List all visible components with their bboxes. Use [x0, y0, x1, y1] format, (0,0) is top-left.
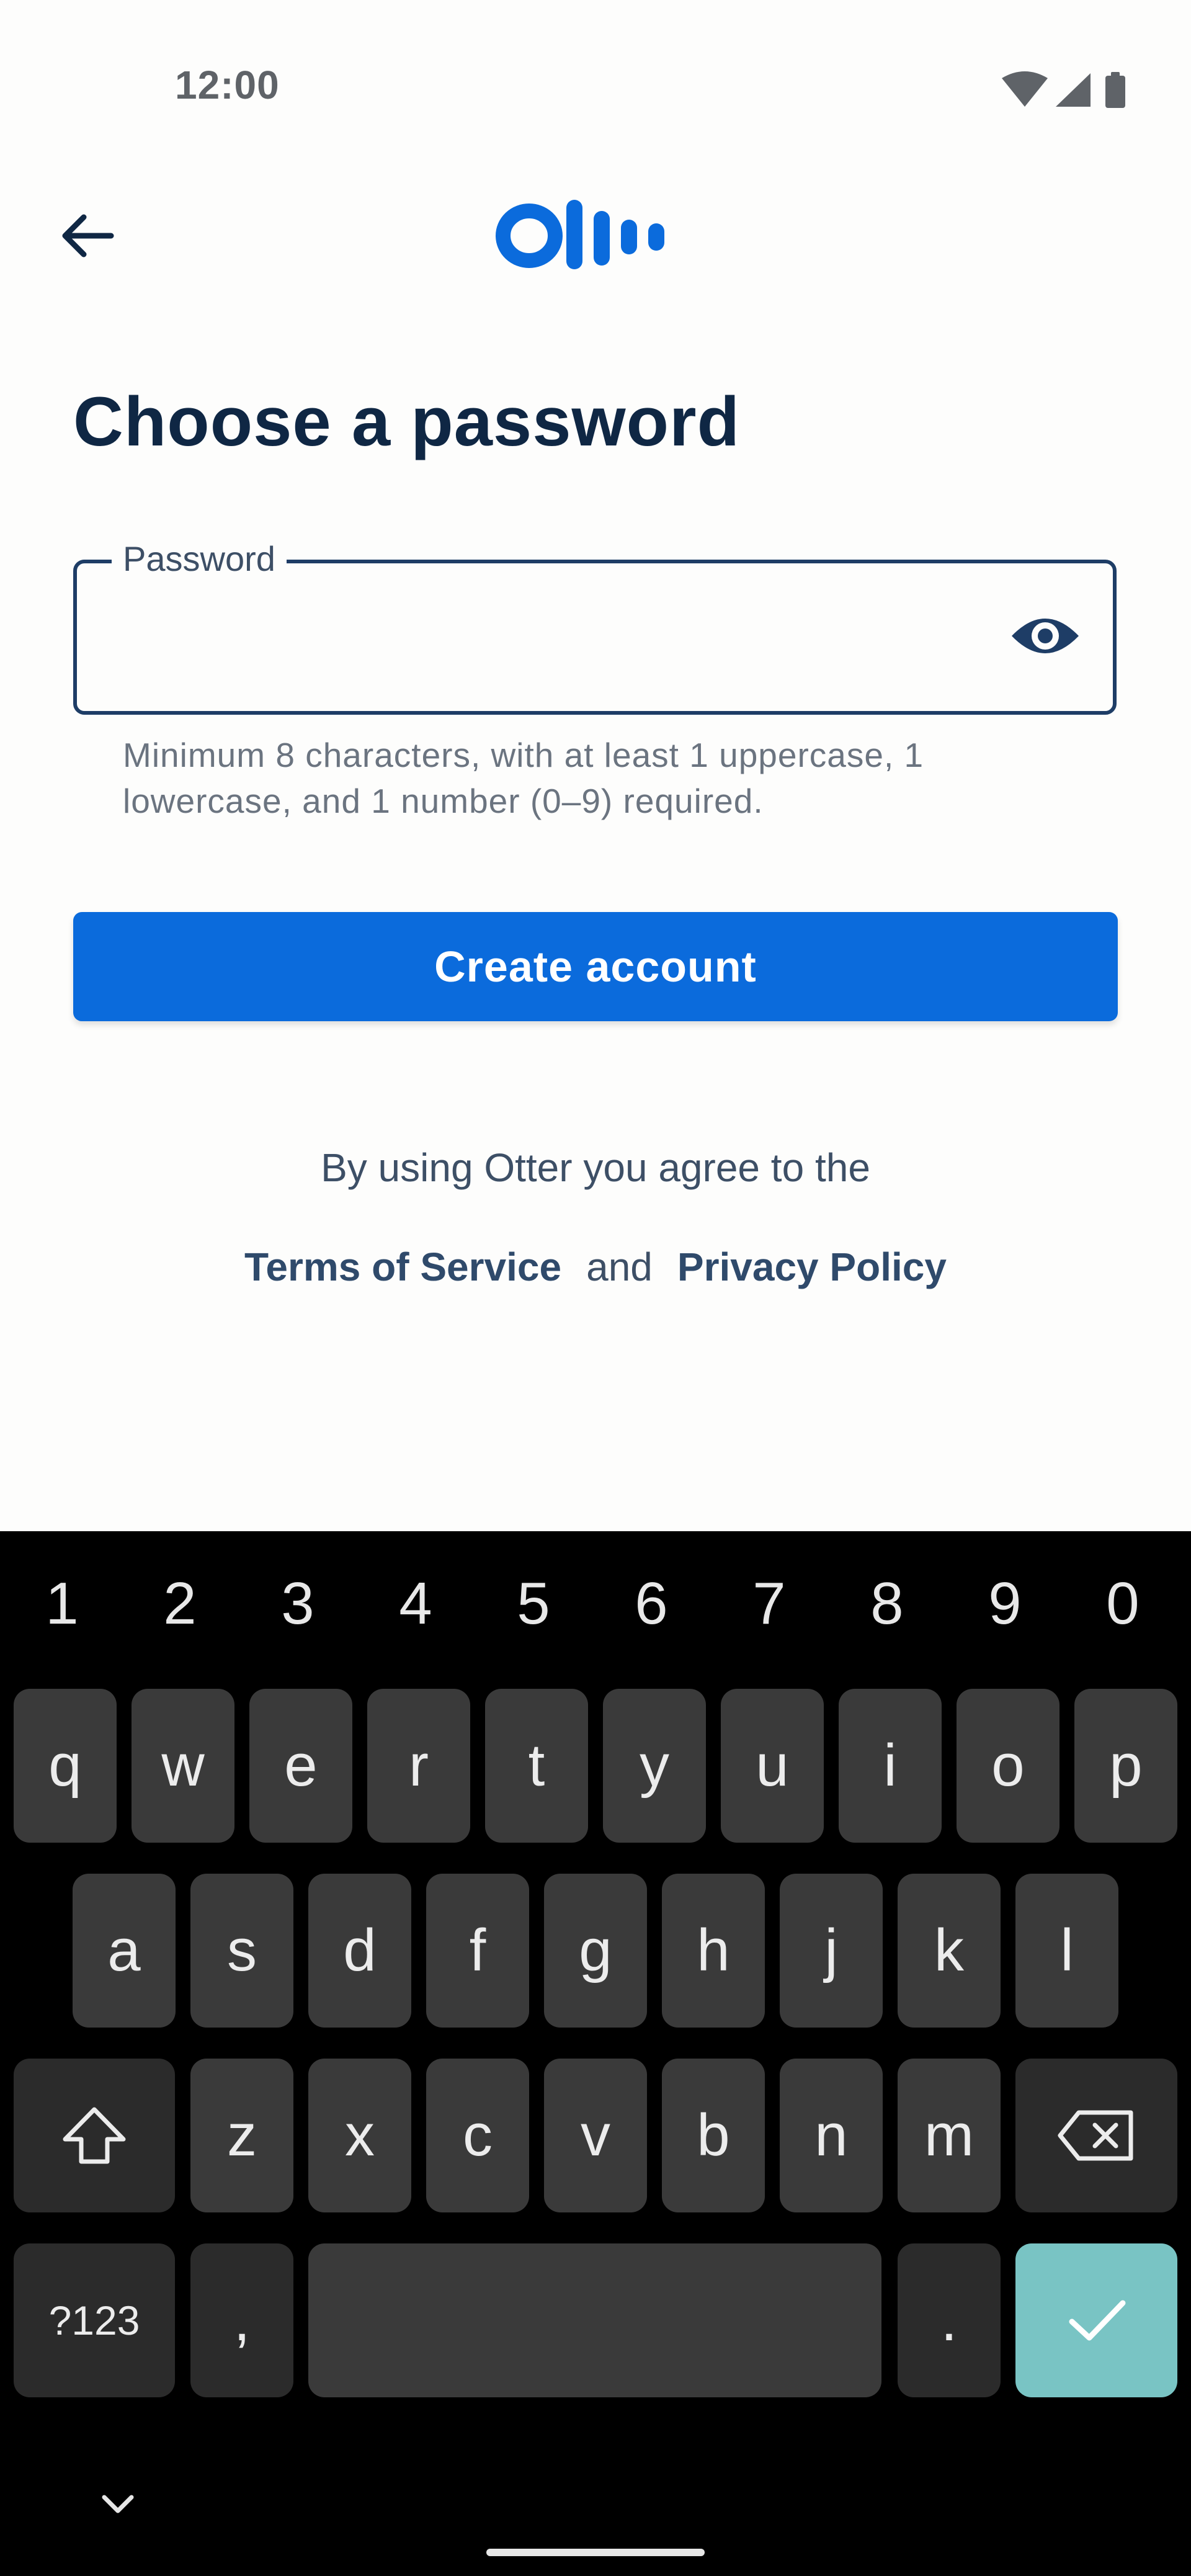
key-x[interactable]: x	[308, 2059, 411, 2212]
key-k[interactable]: k	[898, 1874, 1001, 2028]
key-o[interactable]: o	[957, 1689, 1059, 1843]
key-y[interactable]: y	[603, 1689, 706, 1843]
create-account-button[interactable]: Create account	[73, 912, 1118, 1021]
space-key[interactable]	[308, 2243, 881, 2397]
key-1[interactable]: 1	[25, 1570, 99, 1638]
key-j[interactable]: j	[780, 1874, 883, 2028]
home-indicator[interactable]	[486, 2549, 705, 2556]
back-arrow-icon	[62, 214, 114, 257]
key-d[interactable]: d	[308, 1874, 411, 2028]
backspace-icon	[1058, 2110, 1133, 2161]
status-time: 12:00	[175, 63, 280, 107]
symbols-key[interactable]: ?123	[14, 2243, 175, 2397]
key-r[interactable]: r	[367, 1689, 470, 1843]
key-2[interactable]: 2	[143, 1570, 217, 1638]
agree-text: By using Otter you agree to the	[321, 1145, 870, 1190]
checkmark-icon	[1069, 2300, 1125, 2341]
battery-icon	[1105, 72, 1125, 108]
key-w[interactable]: w	[132, 1689, 234, 1843]
key-q[interactable]: q	[14, 1689, 117, 1843]
key-8[interactable]: 8	[850, 1570, 924, 1638]
status-icons	[999, 68, 1141, 112]
key-l[interactable]: l	[1015, 1874, 1118, 2028]
key-z[interactable]: z	[190, 2059, 293, 2212]
eye-icon	[1012, 619, 1079, 653]
and-text: and	[586, 1245, 653, 1289]
key-c[interactable]: c	[426, 2059, 529, 2212]
key-e[interactable]: e	[249, 1689, 352, 1843]
key-m[interactable]: m	[898, 2059, 1001, 2212]
terms-of-service-link[interactable]: Terms of Service	[244, 1245, 561, 1289]
key-t[interactable]: t	[485, 1689, 588, 1843]
password-helper-text: Minimum 8 characters, with at least 1 up…	[123, 736, 924, 820]
key-3[interactable]: 3	[261, 1570, 335, 1638]
chevron-down-icon	[102, 2495, 134, 2513]
key-7[interactable]: 7	[732, 1570, 806, 1638]
shift-icon	[63, 2107, 126, 2164]
key-6[interactable]: 6	[614, 1570, 689, 1638]
cellular-icon	[1056, 73, 1091, 107]
key-p[interactable]: p	[1074, 1689, 1177, 1843]
key-4[interactable]: 4	[378, 1570, 453, 1638]
password-input[interactable]	[73, 560, 1117, 715]
key-f[interactable]: f	[426, 1874, 529, 2028]
backspace-key[interactable]	[1015, 2059, 1177, 2212]
key-0[interactable]: 0	[1086, 1570, 1160, 1638]
key-9[interactable]: 9	[968, 1570, 1042, 1638]
key-s[interactable]: s	[190, 1874, 293, 2028]
comma-key[interactable]: ,	[190, 2243, 293, 2397]
password-label: Password	[112, 539, 287, 579]
page-title: Choose a password	[73, 383, 741, 460]
privacy-policy-link[interactable]: Privacy Policy	[677, 1245, 947, 1289]
hide-keyboard-button[interactable]	[93, 2479, 143, 2528]
period-key[interactable]: .	[898, 2243, 1001, 2397]
done-key[interactable]	[1015, 2243, 1177, 2397]
back-button[interactable]	[50, 199, 124, 273]
key-n[interactable]: n	[780, 2059, 883, 2212]
key-i[interactable]: i	[839, 1689, 942, 1843]
key-5[interactable]: 5	[496, 1570, 571, 1638]
show-password-button[interactable]	[999, 596, 1092, 676]
legal-links: Terms of Service and Privacy Policy	[0, 1244, 1191, 1290]
key-v[interactable]: v	[544, 2059, 647, 2212]
key-g[interactable]: g	[544, 1874, 647, 2028]
shift-key[interactable]	[14, 2059, 175, 2212]
key-b[interactable]: b	[662, 2059, 765, 2212]
key-a[interactable]: a	[73, 1874, 176, 2028]
keyboard	[0, 1531, 1191, 2576]
key-h[interactable]: h	[662, 1874, 765, 2028]
otter-logo	[493, 197, 673, 272]
wifi-icon	[1002, 71, 1048, 107]
key-u[interactable]: u	[721, 1689, 824, 1843]
